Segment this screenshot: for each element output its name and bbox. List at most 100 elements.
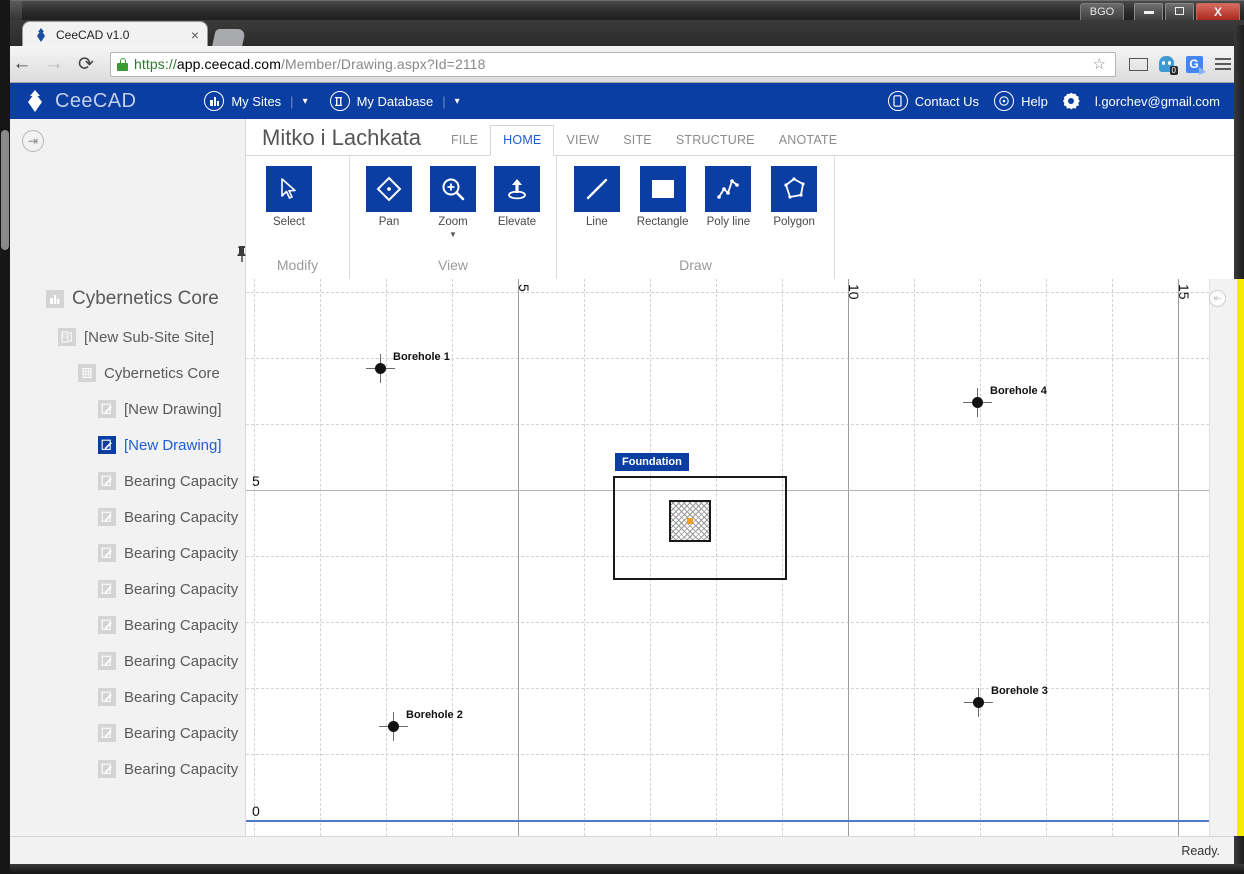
tree-item-0[interactable]: Cybernetics Core xyxy=(10,279,245,319)
browser-tab-strip: CeeCAD v1.0 × xyxy=(0,20,1244,48)
scrollbar-thumb[interactable] xyxy=(1,130,9,250)
settings-gear-icon[interactable] xyxy=(1063,93,1080,110)
select-tool-button[interactable]: Select xyxy=(258,166,320,228)
grid-line-vertical xyxy=(584,279,585,836)
tab-file[interactable]: FILE xyxy=(439,126,490,155)
my-database-menu[interactable]: My Database xyxy=(329,91,433,111)
tree-item-12[interactable]: Bearing Capacity xyxy=(10,715,245,751)
grid-axis-zero xyxy=(246,820,1234,822)
ceecad-favicon xyxy=(37,28,45,42)
forward-icon[interactable]: → xyxy=(40,50,68,78)
tree-item-label: Cybernetics Core xyxy=(72,288,219,309)
line-icon xyxy=(573,166,620,212)
tree-item-1[interactable]: [New Sub-Site Site] xyxy=(10,319,245,355)
tree-item-label: Cybernetics Core xyxy=(104,364,220,382)
tree-item-5[interactable]: Bearing Capacity xyxy=(10,463,245,499)
browser-tab[interactable]: CeeCAD v1.0 × xyxy=(22,21,208,48)
grid-axis-vertical xyxy=(848,279,849,836)
tree-item-4[interactable]: [New Drawing] xyxy=(10,427,245,463)
tree-item-2[interactable]: Cybernetics Core xyxy=(10,355,245,391)
tree-item-3[interactable]: [New Drawing] xyxy=(10,391,245,427)
polygon-icon xyxy=(771,166,818,212)
zoom-chevron-down-icon[interactable]: ▼ xyxy=(449,230,457,239)
sidebar-collapse-icon[interactable]: ⇥ xyxy=(22,130,44,152)
line-tool-button[interactable]: Line xyxy=(569,166,625,228)
my-sites-label: My Sites xyxy=(231,93,282,109)
reload-icon[interactable]: ⟳ xyxy=(72,50,100,78)
foundation-column-hatch[interactable] xyxy=(669,500,711,542)
browser-menu-icon[interactable] xyxy=(1210,58,1236,70)
tab-site[interactable]: SITE xyxy=(611,126,664,155)
ribbon-group-draw-label: Draw xyxy=(679,257,712,273)
canvas-collapse-icon[interactable]: ⇤ xyxy=(1209,290,1226,307)
tab-anotate[interactable]: ANOTATE xyxy=(767,126,850,155)
my-sites-chevron-down-icon[interactable]: ▾ xyxy=(303,96,308,107)
tab-structure[interactable]: STRUCTURE xyxy=(664,126,767,155)
browser-toolbar: ← → ⟳ https://app.ceecad.com/Member/Draw… xyxy=(0,46,1244,83)
tree-item-9[interactable]: Bearing Capacity xyxy=(10,607,245,643)
tab-close-icon[interactable]: × xyxy=(189,28,201,42)
drawing-icon xyxy=(98,760,116,778)
contact-us-link[interactable]: Contact Us xyxy=(887,91,980,111)
zoom-tool-button[interactable]: Zoom ▼ xyxy=(426,166,480,239)
polyline-tool-button[interactable]: Poly line xyxy=(701,166,757,228)
contact-us-label: Contact Us xyxy=(914,93,980,109)
header-separator-1: | xyxy=(290,93,294,109)
tree-item-13[interactable]: Bearing Capacity xyxy=(10,751,245,787)
pin-icon[interactable] xyxy=(234,245,250,263)
ribbon-empty-area xyxy=(835,156,1234,279)
tree-item-label: [New Drawing] xyxy=(124,400,222,418)
sub-site-icon xyxy=(58,328,76,346)
drawing-canvas-area[interactable]: 5 10 15 5 0 Borehole 1 Borehole 2 Borehole 3 Bor… xyxy=(246,279,1234,836)
user-email-label[interactable]: l.gorchev@gmail.com xyxy=(1095,94,1220,109)
google-translate-icon[interactable]: G xyxy=(1182,52,1206,76)
rectangle-icon xyxy=(639,166,686,212)
site-tree: Cybernetics Core [New Sub-Site Site] Cyber… xyxy=(10,279,245,787)
tree-item-10[interactable]: Bearing Capacity xyxy=(10,643,245,679)
back-icon[interactable]: ← xyxy=(8,50,36,78)
new-tab-button[interactable] xyxy=(212,29,246,46)
drawing-canvas[interactable]: 5 10 15 5 0 Borehole 1 Borehole 2 Borehole 3 Bor… xyxy=(246,279,1234,836)
pan-tool-button[interactable]: Pan xyxy=(362,166,416,228)
bookmark-star-icon[interactable]: ☆ xyxy=(1090,55,1109,73)
ruler-label-y-0: 5 xyxy=(252,473,260,489)
ruler-label-y-1: 0 xyxy=(252,803,260,819)
rectangle-tool-label: Rectangle xyxy=(636,216,689,228)
ribbon-group-view: Pan Zoom ▼ Elevate View xyxy=(350,156,557,280)
app-logo[interactable]: CeeCAD xyxy=(24,89,136,113)
app-header: CeeCAD My Sites | ▾ My Database | ▾ Cont… xyxy=(10,83,1234,119)
app-brand-label: CeeCAD xyxy=(55,89,137,112)
canvas-right-gutter[interactable] xyxy=(1209,279,1237,836)
tree-item-6[interactable]: Bearing Capacity xyxy=(10,499,245,535)
elevate-tool-button[interactable]: Elevate xyxy=(490,166,544,228)
my-sites-menu[interactable]: My Sites xyxy=(204,91,281,111)
ghostery-icon[interactable]: 0 xyxy=(1154,52,1178,76)
tree-item-7[interactable]: Bearing Capacity xyxy=(10,535,245,571)
lock-icon xyxy=(117,57,128,71)
polygon-tool-button[interactable]: Polygon xyxy=(766,166,822,228)
tree-item-8[interactable]: Bearing Capacity xyxy=(10,571,245,607)
ribbon-group-draw: Line Rectangle Poly line Polygon Draw xyxy=(557,156,835,280)
help-label: Help xyxy=(1021,93,1048,109)
drawing-icon xyxy=(98,400,116,418)
tab-view[interactable]: VIEW xyxy=(554,126,611,155)
help-link[interactable]: Help xyxy=(994,91,1048,111)
pan-diamond-icon xyxy=(366,166,412,212)
tree-item-label: Bearing Capacity xyxy=(124,760,239,778)
foundation-label-tag[interactable]: Foundation xyxy=(615,453,689,471)
url-text: https://app.ceecad.com/Member/Drawing.as… xyxy=(134,56,485,72)
rectangle-tool-button[interactable]: Rectangle xyxy=(635,166,691,228)
tree-item-11[interactable]: Bearing Capacity xyxy=(10,679,245,715)
ribbon: ⇥ Mitko i Lachkata FILE HOME VIEW SITE S… xyxy=(10,119,1234,280)
ruler-label-x-2: 15 xyxy=(1176,284,1192,300)
bulgaria-flag-icon[interactable] xyxy=(1126,52,1150,76)
site-tree-sidebar[interactable]: Cybernetics Core [New Sub-Site Site] Cyber… xyxy=(10,279,246,836)
elevate-arrow-icon xyxy=(494,166,540,212)
foundation-center-point xyxy=(687,518,693,524)
address-bar[interactable]: https://app.ceecad.com/Member/Drawing.as… xyxy=(110,51,1116,77)
my-database-chevron-down-icon[interactable]: ▾ xyxy=(455,96,460,107)
foundation-outline[interactable] xyxy=(613,476,787,580)
magnifier-plus-icon xyxy=(430,166,476,212)
cursor-arrow-icon xyxy=(266,166,312,212)
tab-home[interactable]: HOME xyxy=(490,125,555,156)
